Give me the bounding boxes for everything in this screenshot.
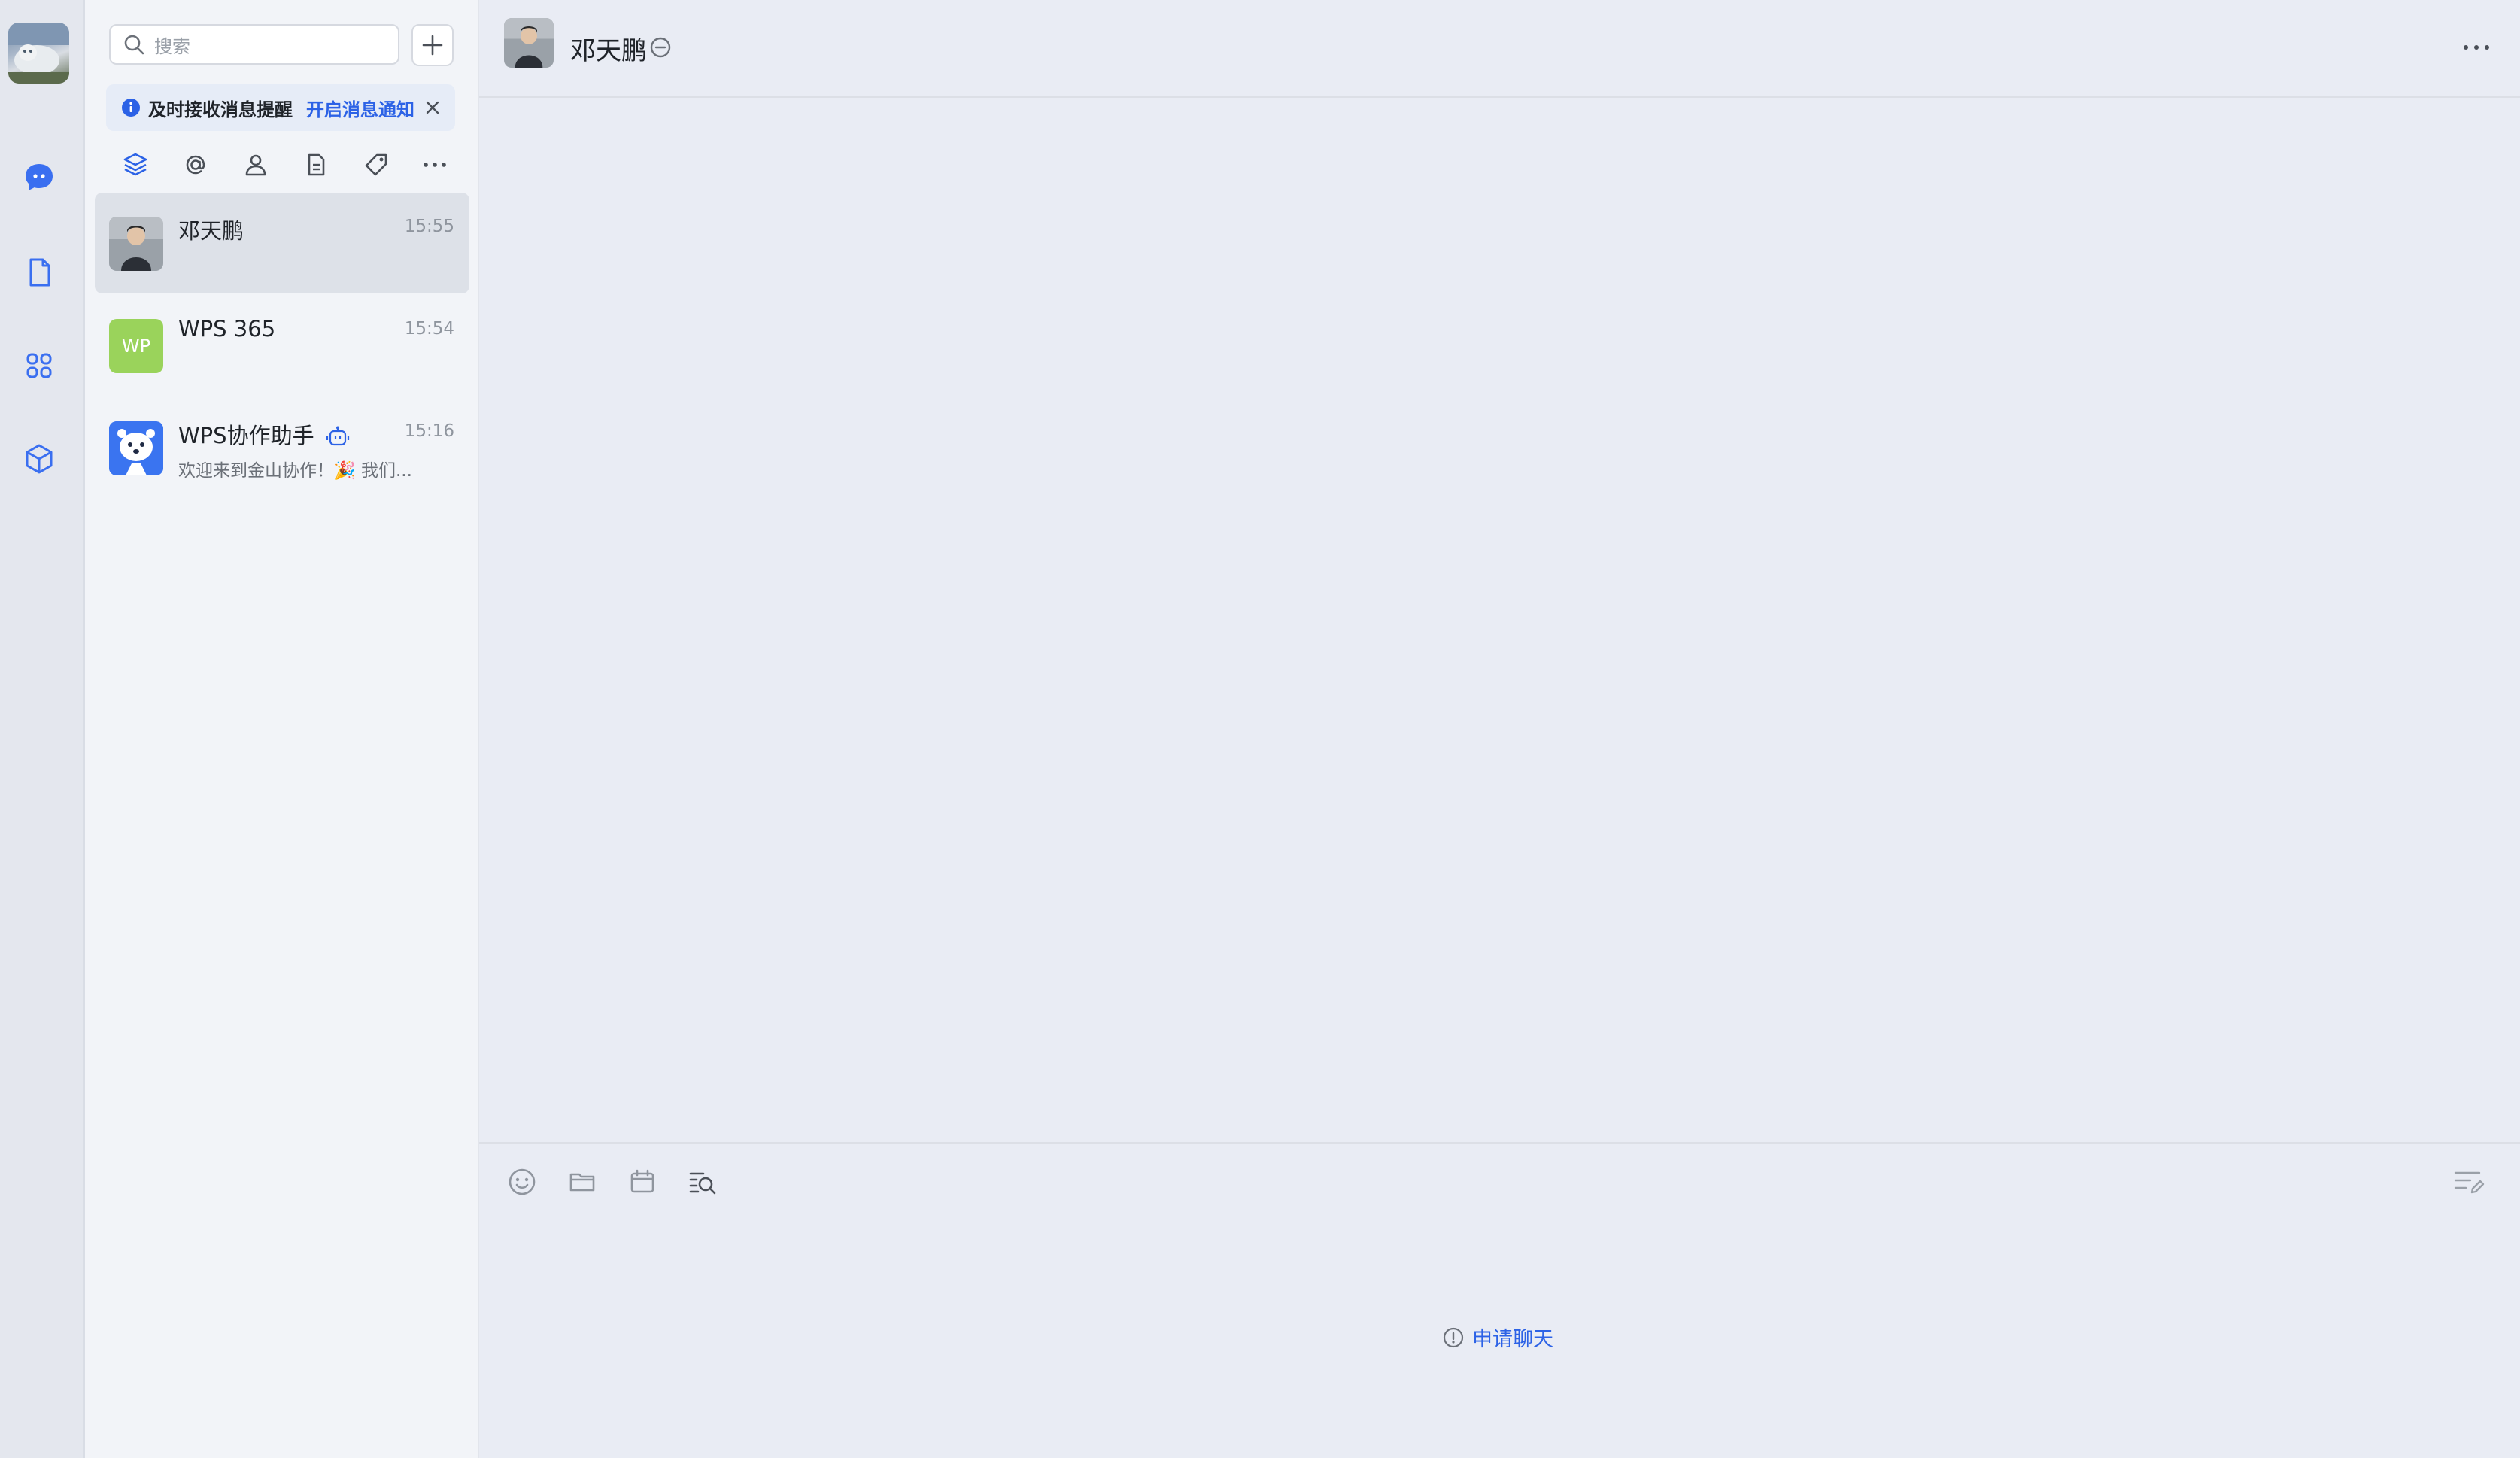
close-icon[interactable] — [424, 99, 442, 117]
plus-icon — [421, 33, 445, 57]
conversation-preview: 欢迎来到金山协作！🎉 我们... — [178, 461, 412, 481]
chat-header: 邓天鹏 — [479, 0, 2520, 98]
conversation-time: 15:16 — [404, 421, 454, 441]
bot-icon — [326, 426, 350, 448]
search-input[interactable]: 搜索 — [109, 24, 399, 65]
conversation-time: 15:54 — [404, 319, 454, 339]
more-filters-icon[interactable] — [419, 149, 451, 181]
contact-person-icon[interactable] — [240, 149, 272, 181]
message-composer: 申请聊天 — [479, 1142, 2520, 1458]
search-history-icon[interactable] — [685, 1165, 720, 1199]
contact-avatar — [109, 217, 163, 271]
request-chat-button[interactable]: 申请聊天 — [1442, 1323, 1553, 1352]
request-chat-label: 申请聊天 — [1472, 1328, 1553, 1351]
avatar-initials: WP — [121, 336, 151, 357]
status-minus-circle-icon — [649, 36, 672, 59]
notification-banner: 及时接收消息提醒 开启消息通知 — [106, 84, 455, 131]
message-area — [479, 99, 2520, 1142]
edit-note-icon[interactable] — [2452, 1165, 2486, 1199]
info-outline-icon — [1442, 1326, 1465, 1349]
chat-contact-avatar[interactable] — [504, 18, 554, 68]
info-icon — [121, 98, 141, 117]
more-options-icon[interactable] — [2458, 35, 2495, 60]
search-icon — [123, 33, 145, 56]
conversation-name: WPS 365 — [178, 316, 276, 342]
conversation-item[interactable]: WPS协作助手 15:16 欢迎来到金山协作！🎉 我们... — [95, 397, 469, 498]
all-layers-icon[interactable] — [120, 149, 151, 181]
workbench-box-icon[interactable] — [20, 439, 59, 478]
chat-area: 邓天鹏 申请聊天 — [479, 0, 2520, 1458]
conversation-time: 15:55 — [404, 217, 454, 236]
app-rail — [0, 0, 85, 1458]
conversation-name: WPS协作助手 — [178, 418, 350, 450]
conversation-name: 邓天鹏 — [178, 218, 244, 244]
conversation-item[interactable]: WP WPS 365 15:54 — [95, 295, 469, 396]
file-icon[interactable] — [300, 149, 332, 181]
tag-icon[interactable] — [360, 149, 392, 181]
mention-at-icon[interactable] — [180, 149, 211, 181]
folder-icon[interactable] — [565, 1165, 600, 1199]
conversation-item[interactable]: 邓天鹏 15:55 — [95, 193, 469, 293]
filter-bar — [120, 149, 451, 181]
messages-nav-icon[interactable] — [20, 158, 59, 197]
assistant-avatar — [109, 421, 163, 475]
emoji-icon[interactable] — [505, 1165, 539, 1199]
search-placeholder: 搜索 — [154, 35, 190, 57]
documents-nav-icon[interactable] — [20, 253, 59, 292]
user-avatar[interactable] — [8, 23, 69, 84]
wps365-avatar: WP — [109, 319, 163, 373]
conversation-list-panel: 搜索 及时接收消息提醒 开启消息通知 邓天鹏 15:55 WP WPS 365 … — [85, 0, 479, 1458]
add-button[interactable] — [411, 24, 454, 66]
chat-title[interactable]: 邓天鹏 — [570, 30, 647, 67]
calendar-icon[interactable] — [625, 1165, 660, 1199]
enable-notifications-link[interactable]: 开启消息通知 — [306, 95, 414, 121]
conversation-name-text: WPS协作助手 — [178, 423, 314, 448]
apps-nav-icon[interactable] — [20, 346, 59, 385]
notification-banner-text: 及时接收消息提醒 — [148, 99, 293, 120]
